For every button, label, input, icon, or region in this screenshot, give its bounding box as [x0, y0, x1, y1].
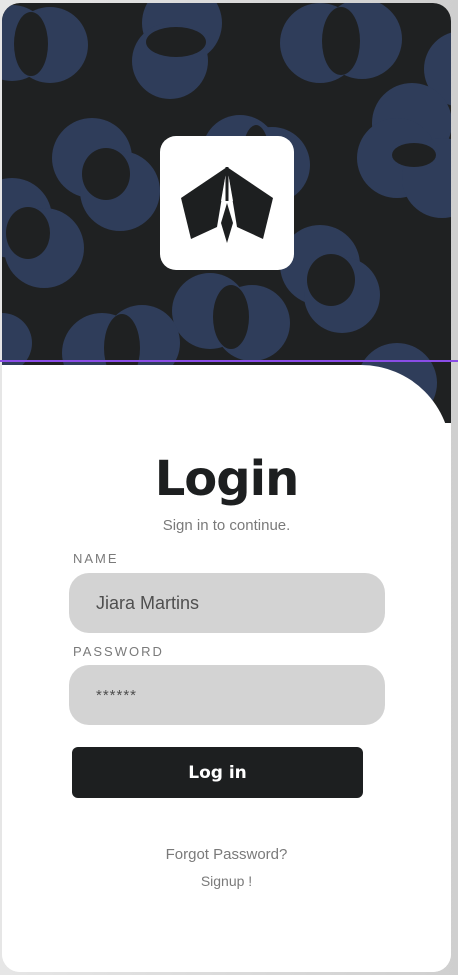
name-label: NAME	[73, 551, 119, 566]
page-subtitle: Sign in to continue.	[162, 517, 291, 534]
signup-link[interactable]: Signup !	[2, 873, 451, 889]
name-field[interactable]	[69, 573, 385, 633]
accent-divider	[0, 360, 458, 362]
password-label: PASSWORD	[73, 644, 164, 659]
password-field[interactable]	[69, 665, 385, 725]
page-title: Login	[154, 451, 300, 507]
login-card: Login Sign in to continue. NAME PASSWORD…	[2, 3, 451, 972]
paper-plane-icon	[181, 167, 273, 243]
login-button[interactable]: Log in	[72, 747, 363, 798]
logo-tile	[160, 136, 294, 270]
forgot-password-link[interactable]: Forgot Password?	[2, 846, 451, 863]
